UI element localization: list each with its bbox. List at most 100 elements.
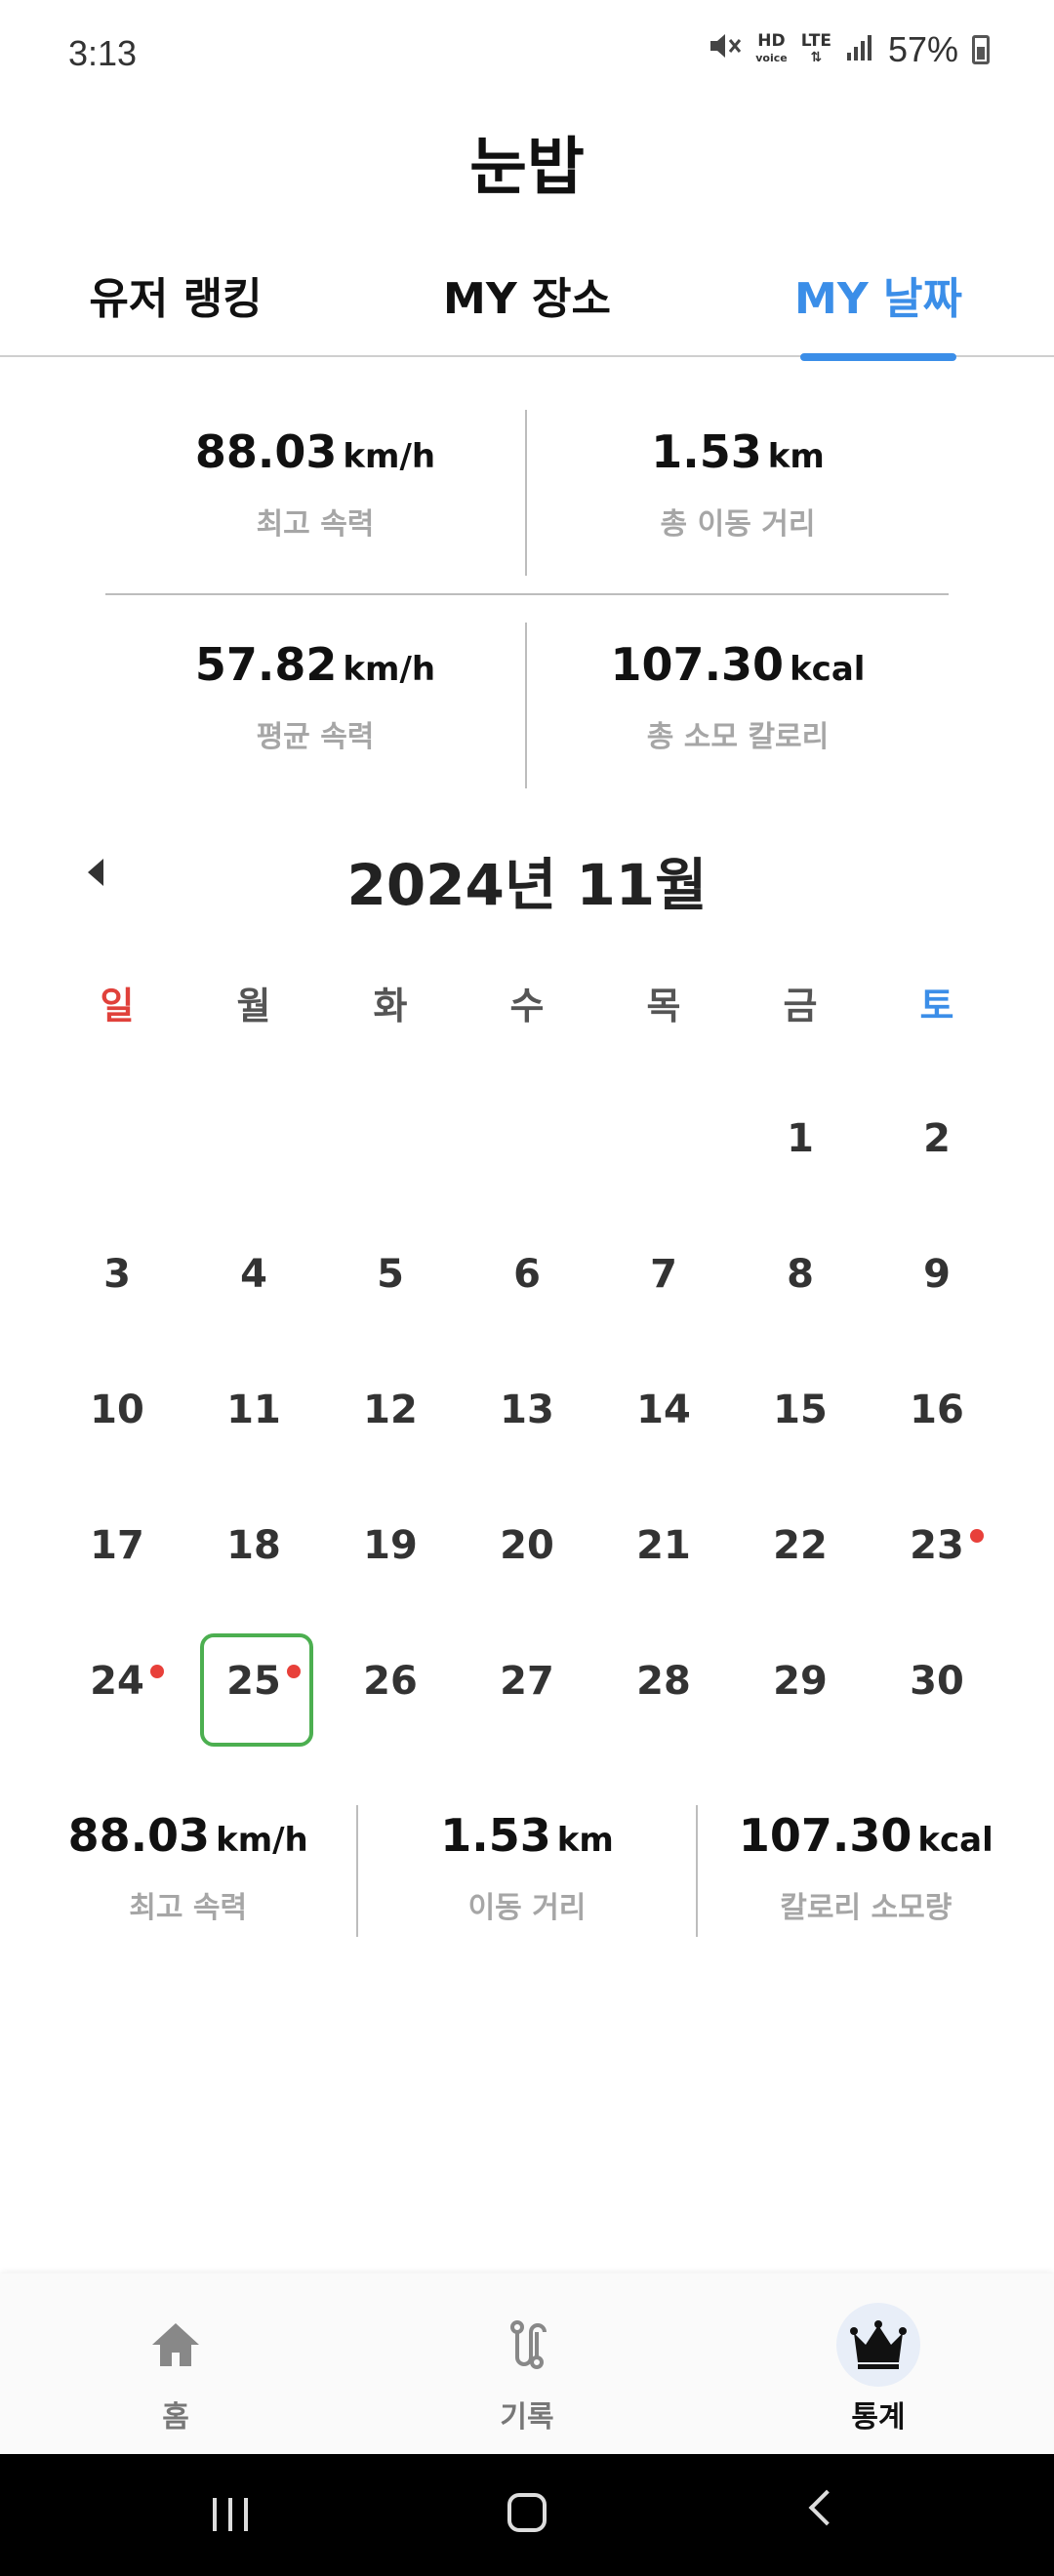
calendar-day-number: 11 xyxy=(226,1388,281,1432)
calendar-day[interactable]: 20 xyxy=(459,1480,595,1616)
calendar-day-number: 26 xyxy=(363,1659,418,1704)
calendar-day-number: 30 xyxy=(910,1659,964,1704)
calendar-day[interactable]: 16 xyxy=(869,1345,1005,1480)
home-icon xyxy=(134,2303,218,2387)
battery-percent: 57% xyxy=(887,29,958,69)
calendar-day[interactable]: 15 xyxy=(732,1345,869,1480)
calendar-day[interactable]: 25 xyxy=(185,1616,322,1751)
stat-value: 107.30 xyxy=(610,638,785,691)
calendar-day[interactable]: 29 xyxy=(732,1616,869,1751)
hd-text: HD xyxy=(757,31,786,51)
route-icon xyxy=(485,2303,569,2387)
detail-label: 이동 거리 xyxy=(467,1891,587,1925)
calendar-day[interactable]: 19 xyxy=(322,1480,459,1616)
calendar-day[interactable]: 27 xyxy=(459,1616,595,1751)
calendar-day[interactable]: 1 xyxy=(732,1073,869,1209)
calendar-day[interactable]: 18 xyxy=(185,1480,322,1616)
calendar-day-number: 8 xyxy=(787,1252,814,1297)
calendar-day[interactable]: 3 xyxy=(49,1209,185,1345)
nav-home[interactable]: 홈 xyxy=(88,2303,264,2435)
stat-total-distance: 1.53 km 총 이동 거리 xyxy=(527,410,949,576)
calendar-day[interactable]: 17 xyxy=(49,1480,185,1616)
tab-user-ranking[interactable]: 유저 랭킹 xyxy=(59,263,293,355)
calendar-day[interactable]: 10 xyxy=(49,1345,185,1480)
status-time: 3:13 xyxy=(68,33,138,73)
calendar-day[interactable]: 30 xyxy=(869,1616,1005,1751)
calendar-day[interactable]: 6 xyxy=(459,1209,595,1345)
detail-value: 1.53 xyxy=(440,1809,551,1862)
stat-unit: kcal xyxy=(790,650,866,689)
calendar-day-number: 29 xyxy=(773,1659,828,1704)
calendar-day-number: 16 xyxy=(910,1388,964,1432)
calendar-day[interactable]: 9 xyxy=(869,1209,1005,1345)
calendar-day[interactable]: 14 xyxy=(595,1345,732,1480)
stat-unit: km/h xyxy=(343,437,436,476)
stat-label: 총 소모 칼로리 xyxy=(646,720,830,754)
recent-apps-button[interactable] xyxy=(213,2498,248,2531)
calendar-day-number: 3 xyxy=(103,1252,131,1297)
record-dot-icon xyxy=(150,1665,164,1678)
nav-records[interactable]: 기록 xyxy=(439,2303,615,2435)
calendar-month-title: 2024년 11월 xyxy=(346,852,708,918)
lte-indicator: LTE ⇅ xyxy=(801,33,831,66)
calendar-day[interactable]: 5 xyxy=(322,1209,459,1345)
calendar-day-number: 21 xyxy=(636,1523,691,1568)
calendar-day[interactable]: 21 xyxy=(595,1480,732,1616)
calendar-day[interactable]: 4 xyxy=(185,1209,322,1345)
weekday-label: 금 xyxy=(783,985,818,1027)
status-bar: 3:13 HD voice LTE ⇅ 57% xyxy=(0,0,1054,107)
calendar-day[interactable]: 13 xyxy=(459,1345,595,1480)
signal-icon xyxy=(845,33,874,66)
tab-my-place[interactable]: MY 장소 xyxy=(410,263,644,355)
calendar-day[interactable]: 23 xyxy=(869,1480,1005,1616)
calendar-day[interactable]: 11 xyxy=(185,1345,322,1480)
tab-bar: 유저 랭킹 MY 장소 MY 날짜 xyxy=(0,254,1054,361)
calendar-day[interactable]: 2 xyxy=(869,1073,1005,1209)
stat-row-2: 57.82 km/h 평균 속력 107.30 kcal 총 소모 칼로리 xyxy=(105,623,949,788)
calendar-day[interactable]: 7 xyxy=(595,1209,732,1345)
day-detail-stats: 88.03 km/h 최고 속력 1.53 km 이동 거리 107.30 kcal … xyxy=(20,1805,1034,1937)
weekday-label: 화 xyxy=(373,985,408,1027)
calendar-day[interactable]: 8 xyxy=(732,1209,869,1345)
calendar-day-number: 24 xyxy=(90,1659,144,1704)
stat-total-calories: 107.30 kcal 총 소모 칼로리 xyxy=(527,623,949,788)
detail-distance: 1.53 km 이동 거리 xyxy=(358,1805,698,1937)
calendar-day-number: 14 xyxy=(636,1388,691,1432)
stat-unit: km xyxy=(767,437,825,476)
calendar-day[interactable]: 22 xyxy=(732,1480,869,1616)
weekday-label: 월 xyxy=(236,985,271,1027)
calendar-days-grid: 1 2 3 4 5 6 7 8 9 10 11 12 13 14 15 16 17 18 19 20 21 22 23 24 2… xyxy=(49,1073,1005,1751)
stat-value: 1.53 xyxy=(651,425,762,478)
calendar-day-number: 2 xyxy=(923,1116,951,1161)
calendar-day-number: 17 xyxy=(90,1523,144,1568)
record-dot-icon xyxy=(287,1665,301,1678)
detail-value: 107.30 xyxy=(738,1809,912,1862)
calendar-day[interactable]: 28 xyxy=(595,1616,732,1751)
calendar-day-number: 6 xyxy=(513,1252,541,1297)
stat-label: 평균 속력 xyxy=(256,720,375,754)
stat-row-1: 88.03 km/h 최고 속력 1.53 km 총 이동 거리 xyxy=(105,410,949,576)
stat-label: 총 이동 거리 xyxy=(660,507,816,542)
stat-value: 88.03 xyxy=(194,425,338,478)
stat-divider xyxy=(105,593,949,595)
detail-calories: 107.30 kcal 칼로리 소모량 xyxy=(698,1805,1034,1937)
nav-stats[interactable]: 통계 xyxy=(790,2303,966,2435)
stat-label: 최고 속력 xyxy=(256,507,375,542)
back-button[interactable] xyxy=(808,2489,845,2526)
tab-my-date[interactable]: MY 날짜 xyxy=(761,263,995,361)
detail-unit: km/h xyxy=(216,1821,308,1860)
summary-stats: 88.03 km/h 최고 속력 1.53 km 총 이동 거리 57.82 km/h… xyxy=(105,410,949,788)
calendar-day[interactable]: 12 xyxy=(322,1345,459,1480)
detail-value: 88.03 xyxy=(67,1809,211,1862)
home-button[interactable] xyxy=(507,2493,547,2532)
calendar-day-number: 20 xyxy=(500,1523,554,1568)
voice-text: voice xyxy=(755,52,788,64)
status-icons: HD voice LTE ⇅ 57% xyxy=(709,29,990,70)
calendar-day[interactable]: 24 xyxy=(49,1616,185,1751)
calendar-day-number: 25 xyxy=(226,1659,281,1704)
calendar-day[interactable]: 26 xyxy=(322,1616,459,1751)
calendar-header: 2024년 11월 xyxy=(0,839,1054,918)
nav-label: 기록 xyxy=(500,2400,554,2435)
crown-icon xyxy=(836,2303,920,2387)
calendar-day-number: 15 xyxy=(773,1388,828,1432)
